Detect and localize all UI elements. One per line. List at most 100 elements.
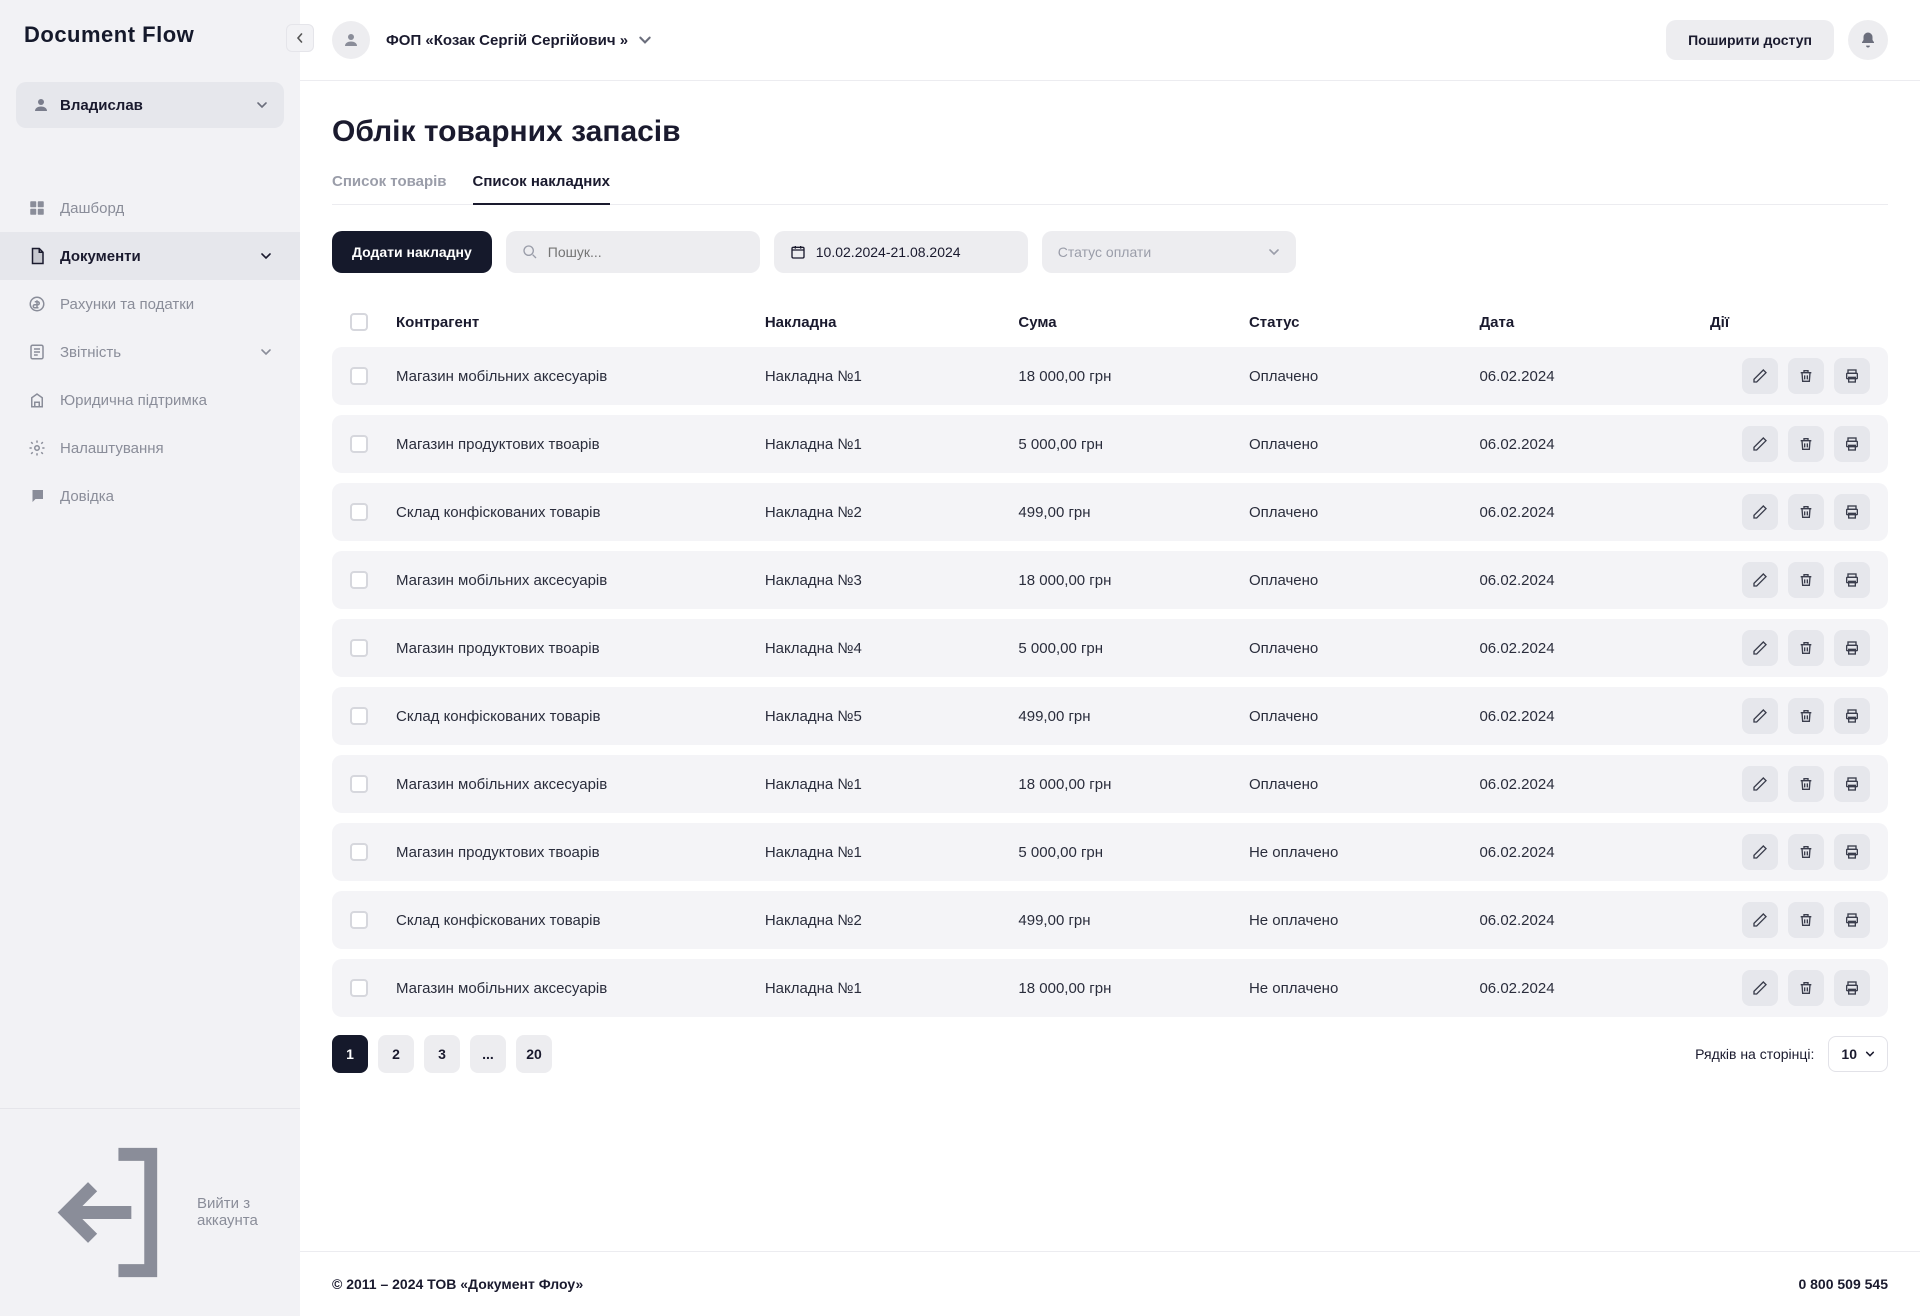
cell-status: Не оплачено (1249, 912, 1480, 929)
row-checkbox[interactable] (350, 707, 368, 725)
search-input[interactable] (548, 231, 744, 273)
sidebar-item-accounts[interactable]: Рахунки та податки (0, 280, 300, 328)
print-button[interactable] (1834, 562, 1870, 598)
edit-button[interactable] (1742, 970, 1778, 1006)
cell-amount: 18 000,00 грн (1018, 980, 1249, 997)
table-row: Магазин мобільних аксесуарівНакладна №11… (332, 755, 1888, 813)
cell-status: Оплачено (1249, 708, 1480, 725)
sidebar-item-help[interactable]: Довідка (0, 472, 300, 520)
add-invoice-button[interactable]: Додати накладну (332, 231, 492, 273)
print-button[interactable] (1834, 698, 1870, 734)
row-checkbox[interactable] (350, 979, 368, 997)
print-icon (1844, 844, 1860, 860)
cell-date: 06.02.2024 (1479, 776, 1710, 793)
print-button[interactable] (1834, 970, 1870, 1006)
delete-button[interactable] (1788, 834, 1824, 870)
user-menu[interactable]: Владислав (16, 82, 284, 128)
tab[interactable]: Список накладних (473, 173, 610, 204)
delete-button[interactable] (1788, 494, 1824, 530)
cell-invoice: Накладна №2 (765, 504, 1019, 521)
logout-label: Вийти з аккаунта (197, 1195, 272, 1229)
row-checkbox[interactable] (350, 639, 368, 657)
edit-button[interactable] (1742, 834, 1778, 870)
cell-date: 06.02.2024 (1479, 980, 1710, 997)
sidebar-item-reports[interactable]: Звітність (0, 328, 300, 376)
dashboard-icon (28, 199, 46, 217)
edit-button[interactable] (1742, 494, 1778, 530)
cell-status: Не оплачено (1249, 980, 1480, 997)
select-all-checkbox[interactable] (350, 313, 368, 331)
logout-link[interactable]: Вийти з аккаунта (0, 1123, 300, 1302)
print-icon (1844, 708, 1860, 724)
delete-button[interactable] (1788, 630, 1824, 666)
rows-per-page-value: 10 (1841, 1046, 1857, 1062)
share-access-button[interactable]: Поширити доступ (1666, 20, 1834, 60)
print-button[interactable] (1834, 766, 1870, 802)
delete-button[interactable] (1788, 766, 1824, 802)
delete-button[interactable] (1788, 562, 1824, 598)
tab[interactable]: Список товарів (332, 173, 447, 204)
sidebar-item-documents[interactable]: Документи (0, 232, 300, 280)
date-range-picker[interactable]: 10.02.2024-21.08.2024 (774, 231, 1028, 273)
row-checkbox[interactable] (350, 843, 368, 861)
company-avatar[interactable] (332, 21, 370, 59)
delete-button[interactable] (1788, 698, 1824, 734)
sidebar-item-label: Документи (60, 248, 141, 265)
edit-button[interactable] (1742, 902, 1778, 938)
notifications-button[interactable] (1848, 20, 1888, 60)
cell-amount: 18 000,00 грн (1018, 776, 1249, 793)
table-header: Контрагент Накладна Сума Статус Дата Дії (332, 297, 1888, 347)
page-button[interactable]: 2 (378, 1035, 414, 1073)
delete-button[interactable] (1788, 970, 1824, 1006)
print-button[interactable] (1834, 902, 1870, 938)
col-actions: Дії (1710, 314, 1870, 331)
page-button[interactable]: ... (470, 1035, 506, 1073)
status-filter[interactable]: Статус оплати (1042, 231, 1296, 273)
print-icon (1844, 912, 1860, 928)
print-button[interactable] (1834, 426, 1870, 462)
row-checkbox[interactable] (350, 435, 368, 453)
table-row: Склад конфіскованих товарівНакладна №549… (332, 687, 1888, 745)
row-checkbox[interactable] (350, 775, 368, 793)
invoices-table: Контрагент Накладна Сума Статус Дата Дії… (332, 297, 1888, 1017)
delete-icon (1798, 708, 1814, 724)
sidebar-item-dashboard[interactable]: Дашборд (0, 184, 300, 232)
row-checkbox[interactable] (350, 367, 368, 385)
sidebar-item-legal[interactable]: Юридична підтримка (0, 376, 300, 424)
page-button[interactable]: 3 (424, 1035, 460, 1073)
delete-button[interactable] (1788, 902, 1824, 938)
rows-per-page-select[interactable]: 10 (1828, 1036, 1888, 1072)
row-checkbox[interactable] (350, 911, 368, 929)
edit-button[interactable] (1742, 630, 1778, 666)
delete-button[interactable] (1788, 358, 1824, 394)
edit-icon (1752, 640, 1768, 656)
sidebar-collapse-button[interactable] (286, 24, 314, 52)
edit-button[interactable] (1742, 358, 1778, 394)
edit-button[interactable] (1742, 562, 1778, 598)
table-row: Склад конфіскованих товарівНакладна №249… (332, 891, 1888, 949)
print-button[interactable] (1834, 494, 1870, 530)
edit-button[interactable] (1742, 698, 1778, 734)
edit-button[interactable] (1742, 426, 1778, 462)
edit-icon (1752, 980, 1768, 996)
row-checkbox[interactable] (350, 503, 368, 521)
cell-counterparty: Склад конфіскованих товарів (396, 708, 765, 725)
sidebar-item-settings[interactable]: Налаштування (0, 424, 300, 472)
legal-icon (28, 391, 46, 409)
cell-amount: 5 000,00 грн (1018, 844, 1249, 861)
cell-amount: 499,00 грн (1018, 912, 1249, 929)
col-date: Дата (1479, 314, 1710, 331)
print-button[interactable] (1834, 358, 1870, 394)
edit-button[interactable] (1742, 766, 1778, 802)
print-button[interactable] (1834, 630, 1870, 666)
delete-button[interactable] (1788, 426, 1824, 462)
accounts-icon (28, 295, 46, 313)
search-box[interactable] (506, 231, 760, 273)
page-button[interactable]: 20 (516, 1035, 552, 1073)
cell-counterparty: Магазин продуктових твоарів (396, 844, 765, 861)
page-button[interactable]: 1 (332, 1035, 368, 1073)
company-switch[interactable] (638, 33, 652, 47)
row-checkbox[interactable] (350, 571, 368, 589)
cell-counterparty: Магазин мобільних аксесуарів (396, 572, 765, 589)
print-button[interactable] (1834, 834, 1870, 870)
